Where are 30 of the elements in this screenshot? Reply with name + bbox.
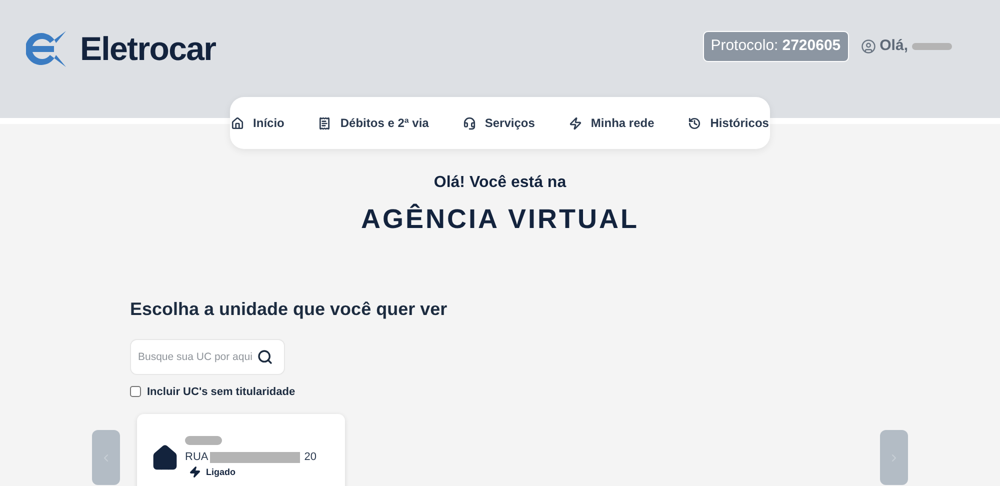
brand-name: Eletrocar [80,29,216,69]
house-icon [151,444,179,472]
headset-icon [462,116,476,130]
section-heading: Escolha a unidade que você quer ver [130,298,448,321]
street-name: RUA [185,450,208,465]
protocol-number: 2720605 [782,36,841,56]
nav-link[interactable]: Minha rede [568,114,654,132]
nav-link[interactable]: Débitos e 2ª via [318,114,429,132]
nav-link[interactable]: Serviços [462,114,535,132]
greeting[interactable]: Olá, [880,35,908,58]
protocol-label: Protocolo: [710,36,778,56]
checkbox-label: Incluir UC's sem titularidade [147,384,296,400]
status-label: Ligado [206,466,236,479]
lightning-icon [568,116,582,130]
home-icon [231,116,244,130]
page-title: AGÊNCIA VIRTUAL [361,202,639,236]
search-field[interactable]: Busque sua UC por aqui [130,338,285,374]
unit-card[interactable]: RUA 20 Ligado [137,414,345,486]
welcome-text: Olá! Você está na [434,173,566,193]
redaction-bar [185,436,222,445]
nav-link[interactable]: Históricos [688,114,769,132]
lightning-icon [189,466,201,478]
user-icon [860,38,876,54]
checkbox[interactable] [130,386,141,398]
street-number: 20 [304,450,316,465]
search-icon[interactable] [257,348,273,364]
receipt-icon [318,116,332,130]
nav-link[interactable]: Início [231,114,284,132]
history-icon [688,116,702,130]
redaction-bar [912,42,952,50]
